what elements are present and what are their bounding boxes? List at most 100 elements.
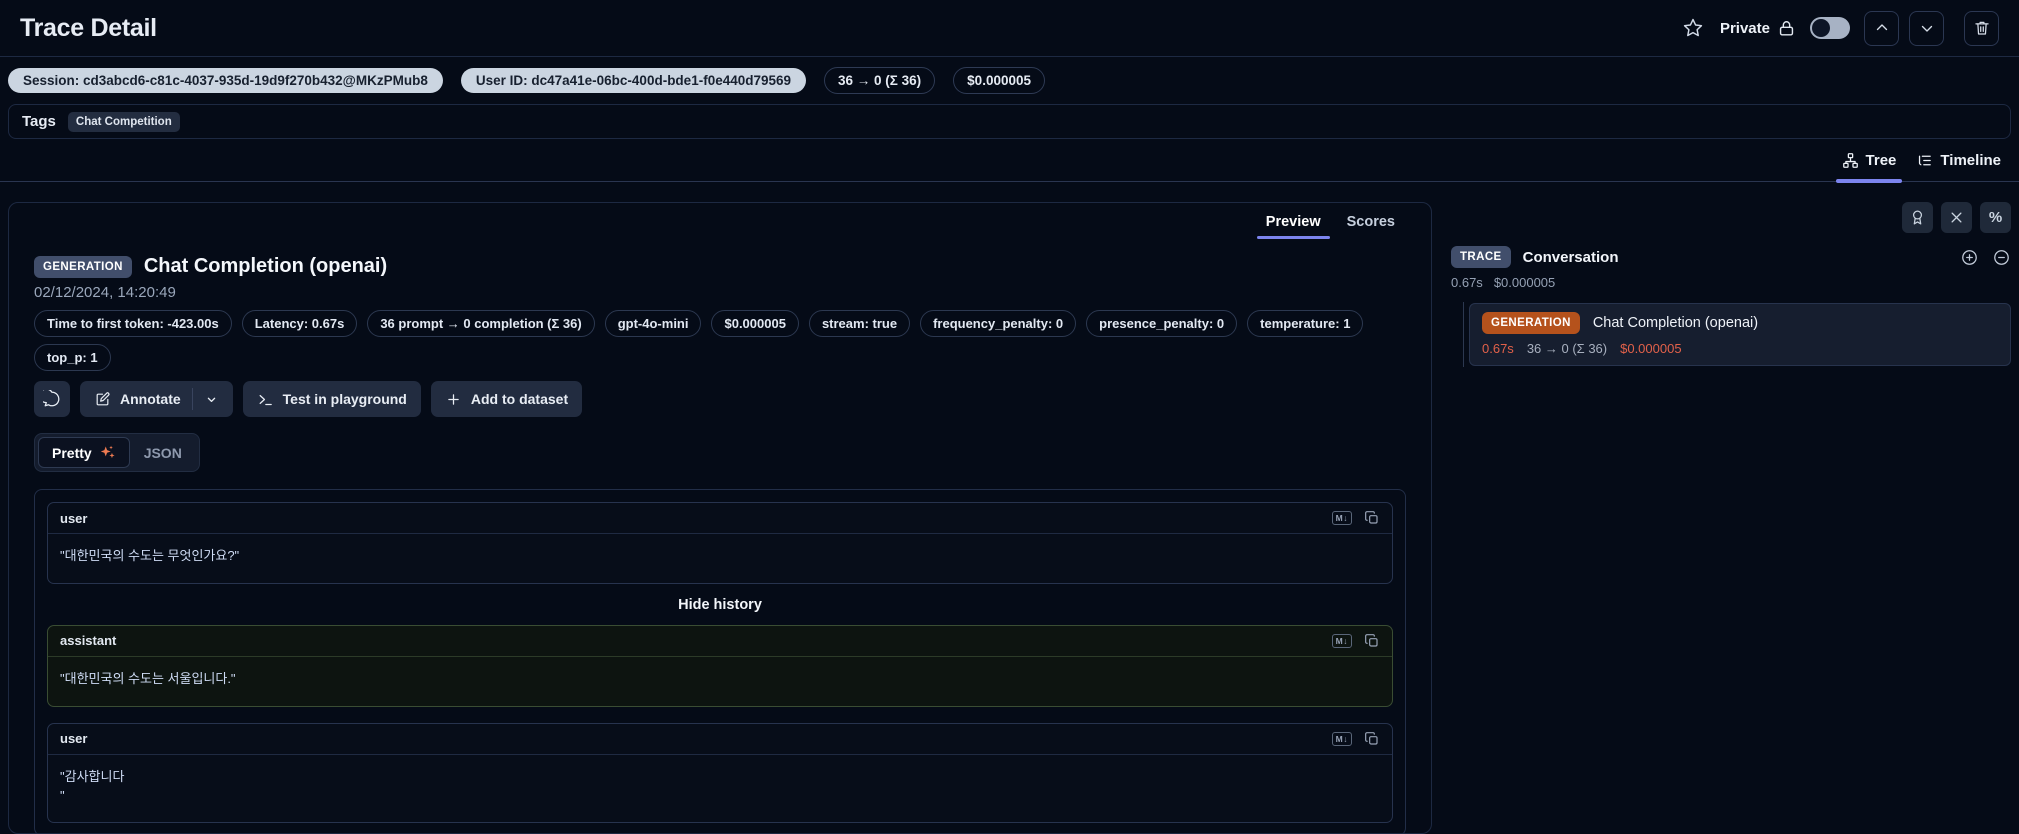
comment-button[interactable]	[34, 381, 70, 417]
annotate-button[interactable]: Annotate	[80, 381, 233, 417]
observation-header: GENERATION Chat Completion (openai)	[34, 255, 1406, 278]
scores-award-button[interactable]	[1902, 202, 1933, 233]
sparkles-icon	[100, 445, 115, 459]
view-tabs-row: Tree Timeline	[0, 139, 2019, 183]
delete-trace-button[interactable]	[1964, 10, 1999, 46]
tree-item-generation[interactable]: GENERATION Chat Completion (openai) 0.67…	[1463, 302, 2011, 367]
header-controls: Private	[1680, 10, 1999, 46]
presence-penalty-badge: presence_penalty: 0	[1086, 310, 1238, 337]
tab-timeline[interactable]: Timeline	[1906, 139, 2011, 182]
copy-icon	[1365, 731, 1378, 745]
trace-badges-row: Session: cd3abcd6-c81c-4037-935d-19d9f27…	[0, 57, 2019, 104]
markdown-toggle-icon[interactable]: M↓	[1331, 511, 1352, 525]
copy-button[interactable]	[1364, 510, 1380, 526]
trace-metrics: 0.67s $0.000005	[1445, 275, 2011, 290]
generation-name: Chat Completion (openai)	[1592, 315, 1759, 331]
playground-label: Test in playground	[282, 391, 407, 407]
observation-panel: Preview Scores GENERATION Chat Completio…	[8, 202, 1432, 834]
generation-type-badge: GENERATION	[1482, 312, 1580, 334]
active-tab-underline	[1835, 178, 1903, 183]
generation-cost: $0.000005	[1620, 341, 1682, 356]
message-header: user M↓	[48, 503, 1392, 534]
message-content: "대한민국의 수도는 서울입니다."	[60, 670, 236, 686]
page-title: Trace Detail	[20, 13, 157, 42]
page-header: Trace Detail Private	[0, 0, 2019, 57]
percent-icon: %	[1988, 209, 2003, 226]
tab-preview[interactable]: Preview	[1255, 210, 1332, 239]
markdown-toggle-icon[interactable]: M↓	[1331, 731, 1352, 746]
terminal-icon	[259, 394, 272, 405]
trash-icon	[1974, 21, 1989, 35]
message-role: user	[60, 510, 88, 526]
message-role: user	[60, 731, 88, 747]
panel-tabs: Preview Scores	[34, 203, 1406, 239]
cost-badge: $0.000005	[711, 310, 799, 337]
format-toggle: Pretty JSON	[34, 433, 200, 472]
copy-icon	[1365, 633, 1378, 647]
markdown-toggle-icon[interactable]: M↓	[1331, 633, 1352, 648]
observation-type-badge: GENERATION	[34, 255, 132, 278]
messages-container: user M↓ "대한민국의 수도는 무엇인가요?" Hide history …	[34, 489, 1406, 834]
dataset-label: Add to dataset	[470, 391, 569, 407]
trace-latency: 0.67s	[1451, 275, 1483, 290]
trace-type-badge: TRACE	[1451, 246, 1511, 268]
token-usage-badge: 36 → 0 (Σ 36)	[824, 67, 936, 94]
temperature-badge: temperature: 1	[1247, 310, 1364, 337]
message-block-assistant: assistant M↓ "대한민국의 수도는 서울입니다."	[47, 624, 1393, 707]
format-json-option[interactable]: JSON	[130, 438, 196, 468]
user-id-badge[interactable]: User ID: dc47a41e-06bc-400d-bde1-f0e440d…	[460, 68, 807, 93]
toggle-metrics-button[interactable]: %	[1980, 202, 2011, 233]
trace-name: Conversation	[1522, 248, 1619, 266]
copy-button[interactable]	[1364, 633, 1380, 649]
format-pretty-option[interactable]: Pretty	[38, 437, 130, 468]
next-trace-button[interactable]	[1909, 10, 1944, 46]
collapse-minus-icon[interactable]	[1992, 248, 2011, 267]
collapse-all-button[interactable]	[1941, 202, 1972, 233]
observation-timestamp: 02/12/2024, 14:20:49	[34, 284, 176, 301]
observation-title: Chat Completion (openai)	[143, 255, 388, 277]
message-block-user-2: user M↓ "감사합니다 "	[47, 722, 1393, 824]
time-to-first-token-badge: Time to first token: -423.00s	[34, 310, 232, 337]
previous-trace-button[interactable]	[1864, 10, 1899, 46]
hide-history-button[interactable]: Hide history	[47, 597, 1393, 613]
copy-button[interactable]	[1364, 731, 1380, 747]
copy-icon	[1365, 511, 1378, 524]
trace-tree-sidebar: % TRACE Conversation 0.67s $0.000005 GEN…	[1445, 202, 2011, 834]
chevron-down-icon[interactable]	[204, 392, 219, 407]
button-divider	[191, 388, 193, 410]
collapse-icon	[1951, 212, 1962, 223]
add-to-dataset-button[interactable]: Add to dataset	[430, 381, 583, 417]
star-icon	[1683, 18, 1703, 37]
privacy-indicator: Private	[1720, 19, 1796, 38]
main-content: Preview Scores GENERATION Chat Completio…	[0, 182, 2019, 834]
generation-tokens: 36 → 0 (Σ 36)	[1526, 341, 1608, 356]
message-header: assistant M↓	[48, 626, 1392, 657]
bookmark-star-button[interactable]	[1680, 15, 1706, 41]
test-in-playground-button[interactable]: Test in playground	[242, 381, 421, 417]
token-counts-badge: 36 prompt → 0 completion (Σ 36)	[367, 310, 595, 337]
frequency-penalty-badge: frequency_penalty: 0	[920, 310, 1077, 337]
message-content: "대한민국의 수도는 무엇인가요?"	[60, 548, 240, 563]
message-role: assistant	[60, 633, 117, 649]
expand-plus-icon[interactable]	[1960, 248, 1979, 267]
session-badge[interactable]: Session: cd3abcd6-c81c-4037-935d-19d9f27…	[8, 68, 443, 93]
plus-icon	[448, 393, 459, 405]
tab-tree[interactable]: Tree	[1832, 139, 1907, 183]
award-icon	[1912, 210, 1923, 225]
model-badge[interactable]: gpt-4o-mini	[604, 310, 702, 337]
generation-latency: 0.67s	[1482, 341, 1514, 356]
annotate-label: Annotate	[120, 391, 181, 407]
tab-scores-label: Scores	[1346, 214, 1395, 230]
tab-scores[interactable]: Scores	[1336, 210, 1406, 239]
stream-param-badge: stream: true	[808, 310, 911, 337]
trace-cost: $0.000005	[1493, 275, 1556, 290]
lock-icon	[1779, 20, 1794, 36]
privacy-label: Private	[1719, 19, 1770, 37]
chevron-down-icon	[1921, 25, 1932, 32]
trace-root-row[interactable]: TRACE Conversation	[1445, 246, 2011, 268]
timeline-list-icon	[1919, 155, 1932, 165]
pretty-label: Pretty	[52, 444, 92, 461]
tag-chip[interactable]: Chat Competition	[67, 111, 180, 132]
message-content: "감사합니다 "	[60, 768, 125, 803]
public-sharing-toggle[interactable]	[1810, 17, 1850, 39]
